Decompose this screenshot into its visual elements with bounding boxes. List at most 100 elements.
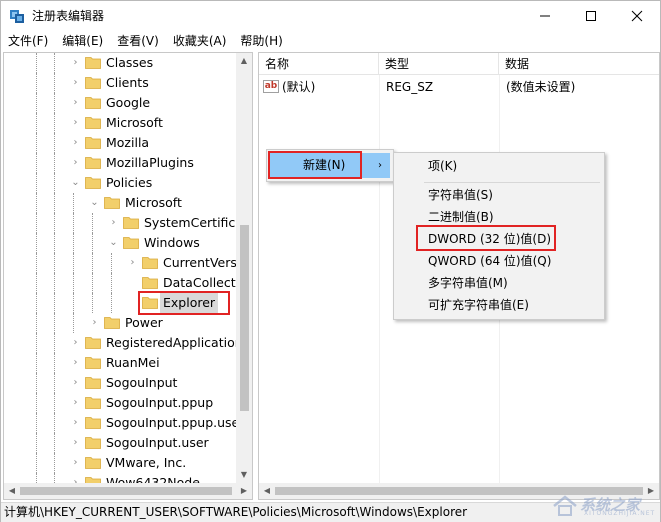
- scroll-right-arrow-icon[interactable]: ▶: [236, 483, 252, 499]
- tree-vertical-scroll-thumb[interactable]: [240, 225, 249, 411]
- tree-item[interactable]: › RegisteredApplications: [4, 333, 249, 353]
- menu-favorites[interactable]: 收藏夹(A): [166, 31, 234, 51]
- tree-item[interactable]: › RuanMei: [4, 353, 236, 373]
- expand-chevron-icon[interactable]: ›: [70, 137, 81, 148]
- tree-guide-line: [54, 133, 55, 153]
- expand-chevron-icon[interactable]: ›: [89, 317, 100, 328]
- tree-item-label: Clients: [106, 75, 149, 90]
- submenu-item-string-value[interactable]: 字符串值(S): [428, 184, 493, 206]
- submenu-item-key[interactable]: 项(K): [428, 155, 457, 177]
- close-button[interactable]: [614, 1, 660, 31]
- minimize-icon: [540, 15, 550, 17]
- expand-chevron-icon[interactable]: ›: [70, 377, 81, 388]
- expand-chevron-icon[interactable]: ›: [70, 417, 81, 428]
- tree-item[interactable]: ⌄ Microsoft: [4, 193, 236, 213]
- tree-vertical-scrollbar[interactable]: ▲ ▼: [236, 53, 252, 483]
- expand-chevron-icon[interactable]: ›: [70, 57, 81, 68]
- tree-guide-line: [36, 393, 37, 413]
- tree-item-label: VMware, Inc.: [106, 455, 187, 470]
- tree-item[interactable]: › Classes: [4, 53, 236, 73]
- tree-item[interactable]: › VMware, Inc.: [4, 453, 236, 473]
- tree-item[interactable]: › SogouInput.ppup.user: [4, 413, 244, 433]
- collapse-chevron-icon[interactable]: ⌄: [108, 237, 119, 248]
- maximize-button[interactable]: [568, 1, 614, 31]
- scroll-up-arrow-icon[interactable]: ▲: [236, 53, 252, 69]
- minimize-button[interactable]: [522, 1, 568, 31]
- tree-guide-line: [111, 293, 112, 313]
- tree-horizontal-scroll-thumb[interactable]: [20, 487, 232, 495]
- expand-chevron-icon[interactable]: ›: [127, 257, 138, 268]
- scroll-left-arrow-icon[interactable]: ◀: [259, 483, 275, 499]
- tree-item[interactable]: › SogouInput.user: [4, 433, 236, 453]
- tree-guide-line: [54, 273, 55, 293]
- folder-icon: [85, 357, 101, 369]
- highlight-box-explorer: [138, 291, 230, 315]
- collapse-chevron-icon[interactable]: ⌄: [89, 197, 100, 208]
- tree-guide-line: [36, 353, 37, 373]
- tree-item-label: RegisteredApplications: [106, 335, 250, 350]
- expand-chevron-icon[interactable]: ›: [70, 437, 81, 448]
- collapse-chevron-icon[interactable]: ⌄: [70, 177, 81, 188]
- scroll-down-arrow-icon[interactable]: ▼: [236, 467, 252, 483]
- tree-item[interactable]: › Clients: [4, 73, 236, 93]
- expand-chevron-icon[interactable]: ›: [70, 337, 81, 348]
- value-name: (默认): [282, 80, 316, 94]
- string-value-icon: ab: [263, 80, 279, 93]
- scroll-left-arrow-icon[interactable]: ◀: [4, 483, 20, 499]
- tree-guide-line: [92, 293, 93, 313]
- tree-item[interactable]: › Google: [4, 93, 236, 113]
- folder-icon: [85, 177, 101, 189]
- submenu-item-qword-value[interactable]: QWORD (64 位)值(Q): [428, 250, 551, 272]
- tree-guide-line: [36, 333, 37, 353]
- expand-chevron-icon[interactable]: ›: [70, 157, 81, 168]
- tree-item[interactable]: › SogouInput: [4, 373, 236, 393]
- tree-guide-line: [36, 73, 37, 93]
- tree-guide-line: [36, 273, 37, 293]
- expand-chevron-icon[interactable]: ›: [70, 117, 81, 128]
- expand-chevron-icon[interactable]: ›: [70, 357, 81, 368]
- registry-tree[interactable]: › Classes › Clients › Google › Microsoft › Mozill…: [3, 52, 253, 500]
- submenu-item-multi-string-value[interactable]: 多字符串值(M): [428, 272, 508, 294]
- chevron-right-icon: ›: [378, 160, 382, 171]
- tree-guide-line: [36, 313, 37, 333]
- column-header-name[interactable]: 名称: [259, 53, 379, 75]
- tree-item[interactable]: › SogouInput.ppup: [4, 393, 236, 413]
- tree-item[interactable]: › CurrentVersi: [4, 253, 240, 273]
- table-row[interactable]: ab (默认) REG_SZ (数值未设置): [259, 77, 659, 97]
- column-header-type[interactable]: 类型: [379, 53, 499, 75]
- tree-item[interactable]: › Microsoft: [4, 113, 236, 133]
- tree-item[interactable]: › MozillaPlugins: [4, 153, 236, 173]
- tree-item[interactable]: ⌄ Policies: [4, 173, 236, 193]
- tree-item-label: Google: [106, 95, 151, 110]
- menu-view[interactable]: 查看(V): [110, 31, 166, 51]
- tree-guide-line: [54, 253, 55, 273]
- tree-guide-line: [54, 313, 55, 333]
- site-watermark: 系统之家 XITONGZHIJIA.NET: [552, 493, 658, 519]
- expand-chevron-icon[interactable]: ›: [108, 217, 119, 228]
- close-icon: [631, 10, 643, 22]
- menu-help[interactable]: 帮助(H): [233, 31, 289, 51]
- expand-chevron-icon[interactable]: ›: [70, 397, 81, 408]
- folder-icon: [85, 377, 101, 389]
- highlight-box-dword: [416, 225, 556, 251]
- tree-guide-line: [73, 193, 74, 213]
- tree-item[interactable]: ⌄ Windows: [4, 233, 236, 253]
- tree-item[interactable]: DataCollectio: [4, 273, 247, 293]
- tree-guide-line: [92, 233, 93, 253]
- menu-edit[interactable]: 编辑(E): [55, 31, 110, 51]
- menu-file[interactable]: 文件(F): [1, 31, 55, 51]
- title-bar[interactable]: 注册表编辑器: [1, 1, 660, 31]
- expand-chevron-icon[interactable]: ›: [70, 457, 81, 468]
- tree-guide-line: [92, 273, 93, 293]
- tree-guide-line: [54, 293, 55, 313]
- expand-chevron-icon[interactable]: ›: [70, 77, 81, 88]
- tree-item[interactable]: › Mozilla: [4, 133, 236, 153]
- tree-horizontal-scrollbar[interactable]: ◀ ▶: [4, 483, 252, 499]
- submenu-item-expandable-string-value[interactable]: 可扩充字符串值(E): [428, 294, 529, 316]
- tree-item[interactable]: › SystemCertificat: [4, 213, 248, 233]
- folder-icon: [85, 437, 101, 449]
- tree-item[interactable]: › Power: [4, 313, 236, 333]
- expand-chevron-icon[interactable]: ›: [70, 97, 81, 108]
- column-header-data[interactable]: 数据: [499, 53, 659, 75]
- tree-guide-line: [54, 453, 55, 473]
